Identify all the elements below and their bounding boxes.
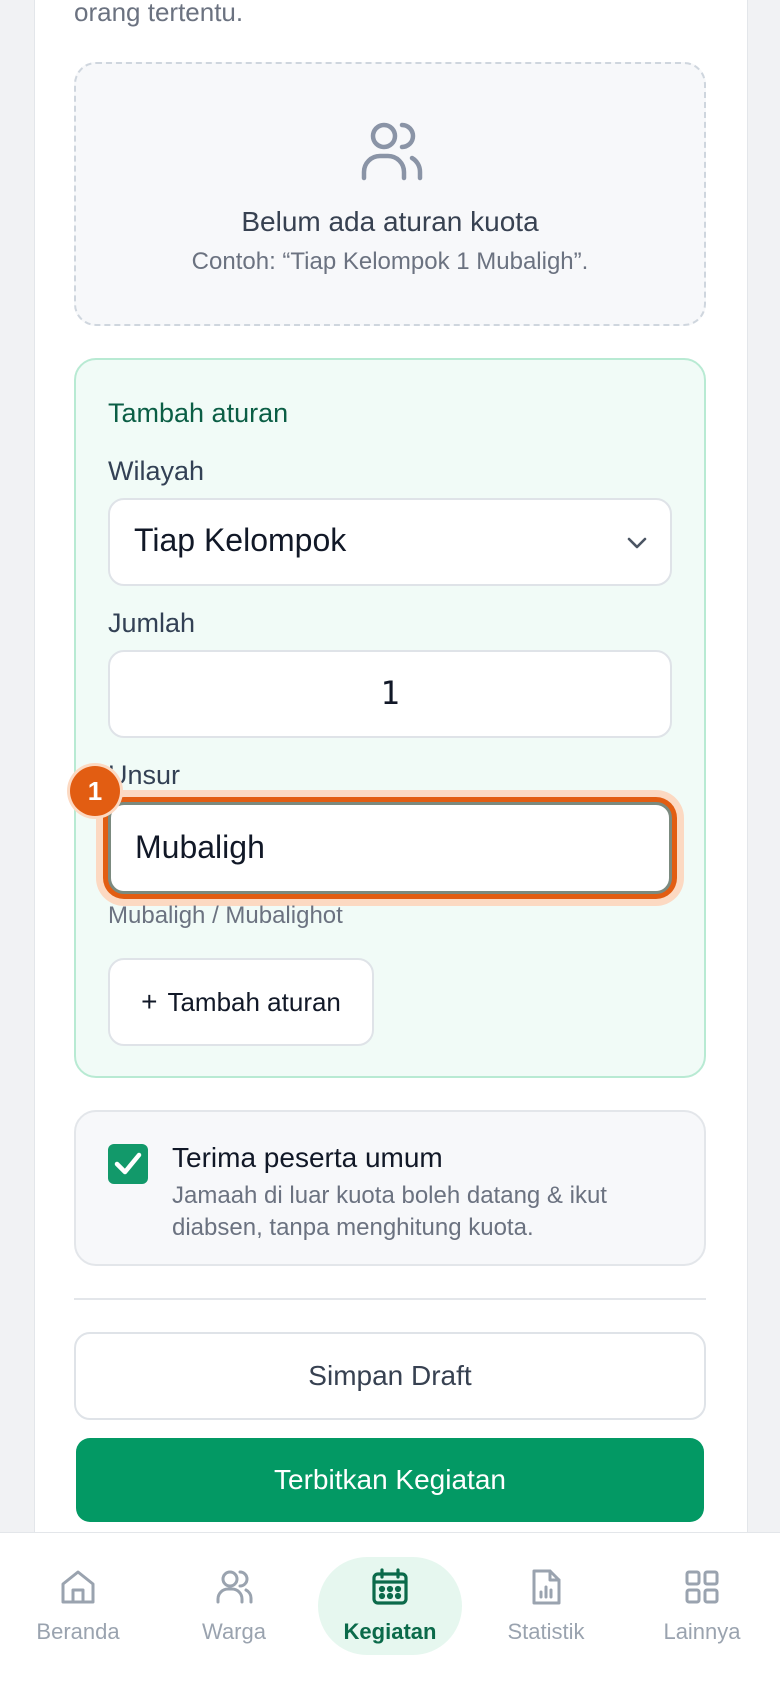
users-icon [216,1570,253,1604]
unsur-hint: Mubaligh / Mubalighot [108,902,343,929]
nav-item-beranda[interactable]: Beranda [0,1533,156,1688]
empty-quota-state: Belum ada aturan kuota Contoh: “Tiap Kel… [74,62,706,326]
public-participant-title: Terima peserta umum [172,1142,443,1173]
add-rule-panel: Tambah aturan Wilayah Tiap Kelompok Juml… [70,358,706,1078]
check-icon [114,1152,142,1175]
wilayah-label: Wilayah [108,456,205,486]
nav-label: Kegiatan [343,1619,437,1644]
add-rule-button[interactable]: + Tambah aturan [108,958,374,1046]
public-participant-option: Terima peserta umum Jamaah di luar kuota… [74,1110,706,1266]
chart-file-icon [532,1569,561,1605]
wilayah-select[interactable]: Tiap Kelompok [108,498,672,586]
add-rule-button-label: Tambah aturan [167,987,341,1017]
add-rule-title: Tambah aturan [108,398,289,428]
jumlah-label: Jumlah [108,608,196,638]
nav-label: Warga [202,1619,266,1644]
wilayah-value: Tiap Kelompok [134,522,347,558]
nav-item-warga[interactable]: Warga [156,1533,312,1688]
nav-label: Beranda [36,1619,120,1644]
unsur-input[interactable]: Mubaligh [108,802,672,894]
bottom-navigation: Beranda Warga Kegiatan Statistik Lainnya [0,1532,780,1688]
empty-state-title: Belum ada aturan kuota [241,206,539,237]
publish-activity-button[interactable]: Terbitkan Kegiatan [76,1438,704,1522]
empty-state-subtitle: Contoh: “Tiap Kelompok 1 Mubaligh”. [191,248,589,275]
public-participant-description: Jamaah di luar kuota boleh datang & ikut… [172,1182,607,1241]
nav-item-lainnya[interactable]: Lainnya [624,1533,780,1688]
nav-label: Lainnya [663,1619,741,1644]
home-icon [61,1570,95,1604]
calendar-icon [372,1568,408,1605]
users-icon [361,122,423,181]
nav-item-kegiatan[interactable]: Kegiatan [312,1533,468,1688]
chevron-down-icon [627,537,647,549]
step-badge: 1 [70,766,120,816]
public-participant-checkbox[interactable] [108,1144,148,1184]
save-draft-button[interactable]: Simpan Draft [74,1332,706,1420]
grid-icon [685,1570,719,1604]
nav-label: Statistik [507,1619,585,1644]
section-description: orang tertentu. [74,0,244,27]
jumlah-input[interactable]: 1 [108,650,672,738]
plus-icon: + [141,986,158,1017]
divider [74,1298,706,1300]
nav-item-statistik[interactable]: Statistik [468,1533,624,1688]
